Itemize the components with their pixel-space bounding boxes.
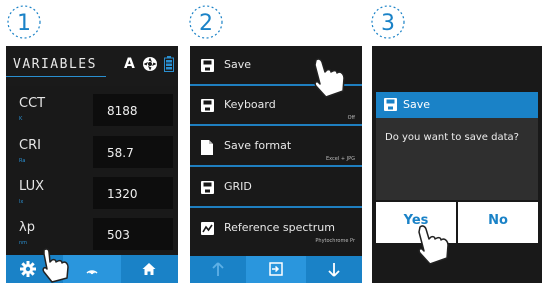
step-number-3: 3 [370, 4, 406, 40]
variable-value: 58.7 [107, 146, 134, 160]
floppy-icon [201, 99, 214, 112]
variable-label: CCT [19, 96, 46, 111]
menu-item-label: Reference spectrum [224, 221, 335, 234]
variable-unit: nm [19, 240, 28, 246]
arrow-down-icon [328, 263, 340, 277]
menu-item-label: GRID [224, 180, 252, 193]
divider [190, 165, 362, 167]
variable-row-peak-wavelength: λp nm 503 [6, 213, 178, 253]
divider [190, 206, 362, 208]
home-tab[interactable] [121, 255, 178, 283]
bottom-tab-bar [6, 255, 178, 283]
page-title: VARIABLES [13, 57, 97, 72]
menu-item-reference-spectrum[interactable]: Reference spectrum Phytochrome Pr [190, 211, 362, 249]
wave-icon [86, 270, 98, 275]
variable-value: 1320 [107, 187, 138, 201]
menu-item-value: Off [347, 115, 355, 121]
dialog-body: Do you want to save data? [376, 118, 538, 200]
menu-item-value: Phytochrome Pr [315, 238, 355, 244]
floppy-icon [384, 98, 397, 111]
no-button-label: No [488, 213, 508, 228]
dialog-message: Do you want to save data? [385, 132, 519, 143]
step-number-1: 1 [6, 4, 42, 40]
step-number-text: 3 [381, 11, 395, 36]
menu-item-label: Save [224, 58, 252, 71]
gear-icon [20, 261, 36, 277]
enter-button[interactable] [246, 256, 306, 283]
pointing-hand-icon [314, 58, 345, 98]
enter-icon [269, 262, 283, 276]
menu-item-label: Keyboard [224, 98, 276, 111]
variable-value-box: 8188 [93, 94, 173, 126]
no-button[interactable]: No [458, 202, 538, 243]
variable-row-cri: CRI Ra 58.7 [6, 131, 178, 171]
menu-item-label: Save format [224, 139, 292, 152]
menu-item-value: Excel + JPG [326, 156, 355, 162]
chart-icon [201, 222, 214, 235]
pointing-hand-icon [418, 225, 449, 265]
arrow-up-icon [212, 262, 224, 276]
variable-row-cct: CCT K 8188 [6, 89, 178, 129]
scroll-down-button[interactable] [306, 256, 362, 283]
pointing-hand-icon [42, 248, 69, 283]
aperture-icon[interactable] [142, 56, 158, 76]
dialog-title-bar: Save [376, 92, 538, 118]
mode-indicator[interactable]: A [124, 56, 135, 72]
variables-header: VARIABLES A [6, 46, 178, 86]
file-icon [201, 140, 213, 155]
variable-value-box: 58.7 [93, 136, 173, 168]
dialog-title: Save [403, 98, 431, 111]
variable-value: 503 [107, 228, 130, 242]
variable-row-lux: LUX lx 1320 [6, 172, 178, 212]
header-underline [6, 76, 106, 77]
variable-unit: Ra [19, 158, 26, 164]
battery-icon [164, 56, 174, 76]
step-number-text: 1 [17, 11, 31, 36]
variable-value-box: 1320 [93, 177, 173, 209]
menu-item-grid[interactable]: GRID [190, 170, 362, 208]
variable-label: λp [19, 220, 35, 235]
save-dialog-screen: Save Do you want to save data? Yes No [372, 46, 542, 283]
scroll-up-button[interactable] [190, 256, 246, 283]
variable-label: LUX [19, 179, 45, 194]
variable-unit: lx [19, 199, 24, 205]
variable-value-box: 503 [93, 218, 173, 250]
variable-value: 8188 [107, 104, 138, 118]
navigation-bar [190, 256, 362, 283]
menu-item-save-format[interactable]: Save format Excel + JPG [190, 129, 362, 167]
home-icon [142, 263, 156, 275]
variable-label: CRI [19, 138, 41, 153]
save-dialog: Save Do you want to save data? Yes No [376, 92, 538, 243]
floppy-icon [201, 181, 214, 194]
step-number-text: 2 [199, 11, 213, 36]
step-number-2: 2 [188, 4, 224, 40]
variable-unit: K [19, 116, 23, 122]
floppy-icon [201, 59, 214, 72]
divider [190, 124, 362, 126]
variables-screen: VARIABLES A CCT K 8188 CRI Ra 58.7 LUX l… [6, 46, 178, 283]
